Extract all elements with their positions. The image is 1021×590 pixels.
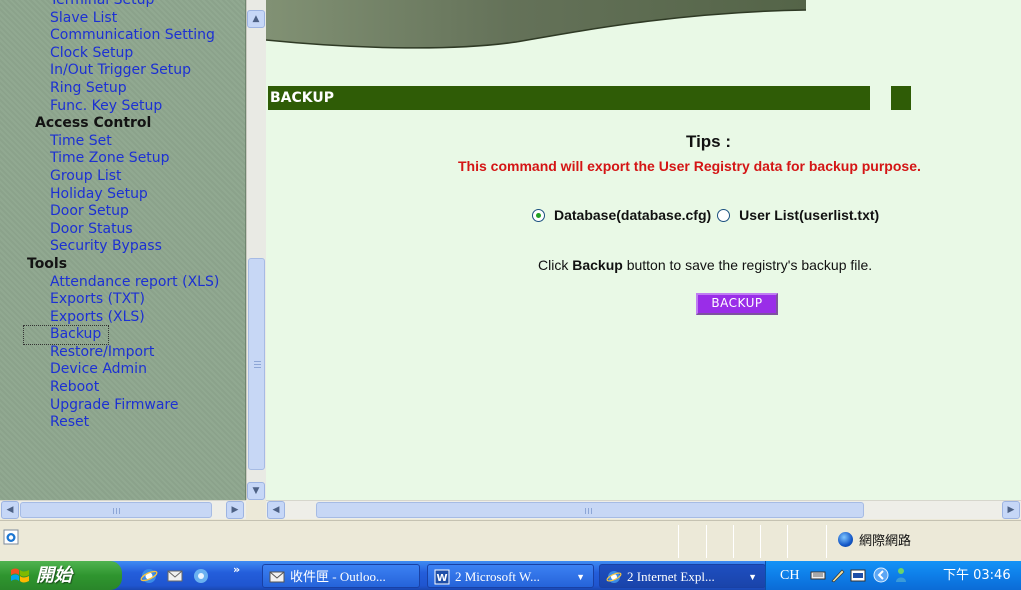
section-header-bar: BACKUP	[268, 86, 870, 110]
ime-mode-icon[interactable]	[850, 567, 866, 583]
outlook-icon[interactable]	[166, 567, 184, 585]
start-button[interactable]: 開始	[0, 561, 122, 590]
windows-flag-icon	[11, 568, 29, 583]
nav-link-attendance-report-xls[interactable]: Attendance report (XLS)	[50, 274, 245, 292]
content-frame: BACKUP Tips : This command will export t…	[266, 0, 1021, 500]
status-divider	[826, 525, 827, 558]
start-label: 開始	[36, 565, 72, 586]
nav-link-door-setup[interactable]: Door Setup	[50, 203, 245, 221]
input-language[interactable]: CH	[780, 561, 799, 590]
tips-message: This command will export the User Regist…	[458, 158, 921, 174]
system-tray: CH 下午 03:46	[765, 561, 1021, 590]
scroll-up-arrow-icon[interactable]: ▲	[247, 10, 265, 28]
nav-link-func-key-setup[interactable]: Func. Key Setup	[50, 98, 245, 116]
nav-link-restore-import[interactable]: Restore/Import	[50, 344, 245, 362]
header-banner-art	[266, 0, 807, 49]
nav-hscroll-thumb[interactable]	[20, 502, 212, 518]
instruction-prefix: Click	[538, 257, 573, 273]
section-header-block	[891, 86, 911, 110]
nav-link-time-set[interactable]: Time Set	[50, 133, 245, 151]
backup-button[interactable]: BACKUP	[696, 293, 778, 315]
chevron-left-icon[interactable]	[873, 567, 889, 583]
task-word[interactable]: W 2 Microsoft W... ▼	[427, 564, 594, 588]
radio-database[interactable]	[532, 208, 545, 222]
ie-task-icon	[606, 571, 622, 583]
scrollbar-corner	[246, 500, 266, 519]
instruction-bold: Backup	[572, 257, 623, 273]
nav-link-security-bypass[interactable]: Security Bypass	[50, 238, 245, 256]
scroll-right-arrow-icon[interactable]: ▶	[1002, 501, 1020, 519]
radio-userlist[interactable]	[717, 208, 731, 222]
nav-link-upgrade-firmware[interactable]: Upgrade Firmware	[50, 397, 245, 415]
clock[interactable]: 下午 03:46	[943, 561, 1011, 590]
navigation-frame: Terminal Setup Slave List Communication Se…	[0, 0, 246, 500]
nav-vertical-scrollbar[interactable]: ▲ ▼	[246, 0, 266, 500]
task-group-dropdown-icon: ▼	[576, 572, 585, 582]
nav-link-clock-setup[interactable]: Clock Setup	[50, 45, 245, 63]
task-group-dropdown-icon: ▼	[748, 572, 757, 582]
status-divider	[706, 525, 707, 558]
outlook-task-icon	[269, 571, 285, 583]
nav-link-terminal-setup[interactable]: Terminal Setup	[50, 0, 245, 10]
tips-title: Tips :	[686, 132, 732, 151]
scroll-left-arrow-icon[interactable]: ◀	[1, 501, 19, 519]
nav-horizontal-scrollbar[interactable]: ◀ ▶	[0, 500, 246, 519]
scroll-down-arrow-icon[interactable]: ▼	[247, 482, 265, 500]
svg-text:W: W	[436, 573, 447, 584]
backup-instruction: Click Backup button to save the registry…	[538, 257, 872, 273]
quick-launch-chevron-icon[interactable]: »	[233, 563, 240, 576]
keyboard-icon[interactable]	[810, 567, 826, 583]
task-outlook[interactable]: 收件匣 - Outloo...	[262, 564, 420, 588]
screen: Terminal Setup Slave List Communication Se…	[0, 0, 1021, 590]
nav-link-holiday-setup[interactable]: Holiday Setup	[50, 186, 245, 204]
task-ie-label: 2 Internet Expl...	[627, 569, 715, 584]
task-outlook-label: 收件匣 - Outloo...	[290, 569, 386, 584]
backup-type-options: Database(database.cfg) User List(userlis…	[532, 207, 885, 223]
security-zone: 網際網路	[838, 530, 911, 549]
nav-link-backup[interactable]: Backup	[23, 325, 109, 345]
scroll-left-arrow-icon[interactable]: ◀	[267, 501, 285, 519]
nav-link-slave-list[interactable]: Slave List	[50, 10, 245, 28]
msn-messenger-icon[interactable]	[893, 567, 909, 583]
section-title: BACKUP	[270, 90, 335, 106]
status-divider	[733, 525, 734, 558]
quick-launch	[140, 566, 210, 586]
status-bar: 網際網路	[0, 520, 1021, 561]
taskbar: 開始 » 收件匣 - Outloo... W 2 Microsoft W... …	[0, 561, 1021, 590]
status-divider	[678, 525, 679, 558]
nav-link-exports-txt[interactable]: Exports (TXT)	[50, 291, 245, 309]
show-desktop-icon[interactable]	[192, 567, 210, 585]
nav-scroll-thumb[interactable]	[248, 258, 265, 470]
radio-userlist-label[interactable]: User List(userlist.txt)	[739, 207, 879, 223]
nav-category-access-control: Access Control	[35, 115, 152, 132]
globe-icon	[838, 532, 853, 547]
radio-database-label[interactable]: Database(database.cfg)	[554, 207, 711, 223]
content-horizontal-scrollbar[interactable]: ◀ ▶	[266, 500, 1021, 519]
internet-explorer-icon[interactable]	[140, 567, 158, 585]
nav-link-reset[interactable]: Reset	[50, 414, 245, 432]
nav-link-ring-setup[interactable]: Ring Setup	[50, 80, 245, 98]
nav-link-door-status[interactable]: Door Status	[50, 221, 245, 239]
nav-link-in-out-trigger-setup[interactable]: In/Out Trigger Setup	[50, 62, 245, 80]
nav-link-device-admin[interactable]: Device Admin	[50, 361, 245, 379]
pen-tool-icon[interactable]	[830, 567, 846, 583]
task-word-label: 2 Microsoft W...	[455, 569, 540, 584]
nav-link-reboot[interactable]: Reboot	[50, 379, 245, 397]
status-divider	[760, 525, 761, 558]
nav-link-group-list[interactable]: Group List	[50, 168, 245, 186]
internet-explorer-page-icon	[3, 529, 19, 545]
nav-link-communication-setting[interactable]: Communication Setting	[50, 27, 245, 45]
nav-link-time-zone-setup[interactable]: Time Zone Setup	[50, 150, 245, 168]
content-hscroll-thumb[interactable]	[316, 502, 864, 518]
status-divider	[787, 525, 788, 558]
zone-label: 網際網路	[859, 534, 912, 549]
nav-category-tools: Tools	[27, 255, 68, 272]
scroll-right-arrow-icon[interactable]: ▶	[226, 501, 244, 519]
nav-link-exports-xls[interactable]: Exports (XLS)	[50, 309, 245, 327]
task-internet-explorer[interactable]: 2 Internet Expl... ▼	[599, 564, 766, 588]
navigation-menu: Terminal Setup Slave List Communication Se…	[0, 0, 245, 432]
instruction-suffix: button to save the registry's backup fil…	[622, 257, 873, 273]
word-task-icon: W	[434, 569, 450, 585]
